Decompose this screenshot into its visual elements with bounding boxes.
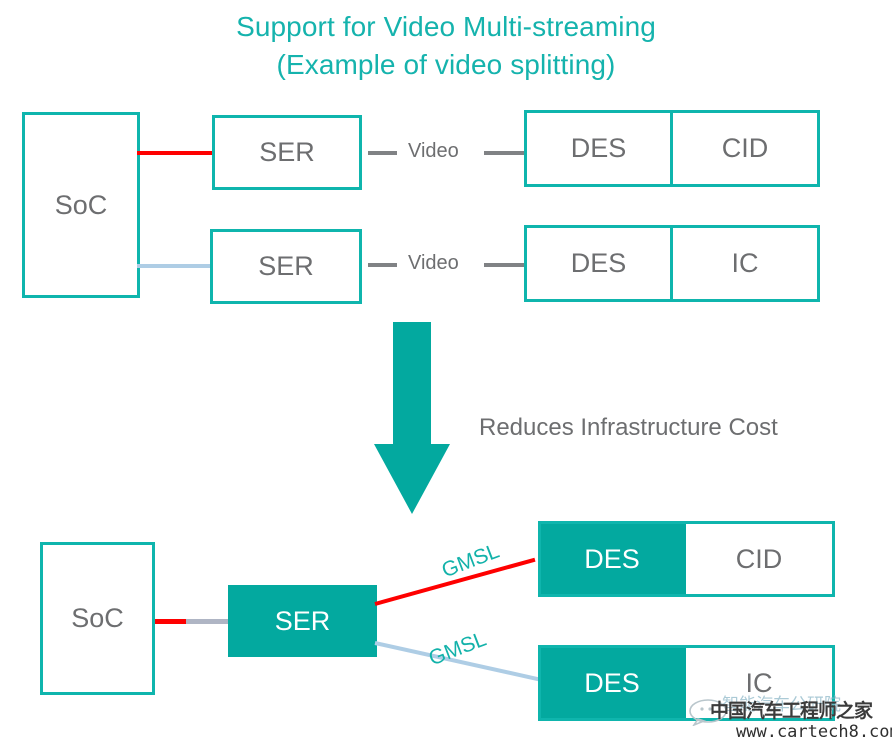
slide-canvas: Support for Video Multi-streaming (Examp… — [0, 0, 892, 752]
top-ser-box-1[interactable]: SER — [212, 115, 362, 190]
top-video-label-1: Video — [408, 140, 459, 162]
bottom-des-label-1: DES — [584, 543, 640, 574]
top-receiver-1[interactable]: DES CID — [524, 110, 820, 187]
top-soc-label: SoC — [54, 189, 108, 220]
bottom-display-cell-2: IC — [686, 648, 832, 718]
top-display-label-1: CID — [721, 133, 769, 163]
top-ser-label-1: SER — [259, 137, 315, 167]
bottom-des-cell-1: DES — [541, 524, 686, 594]
top-soc-box[interactable]: SoC — [22, 112, 140, 298]
down-arrow-icon — [374, 322, 450, 514]
title-line-1: Support for Video Multi-streaming — [236, 11, 656, 42]
bottom-display-label-2: IC — [745, 667, 773, 698]
top-ser-label-2: SER — [258, 251, 314, 281]
bottom-display-label-1: CID — [735, 543, 783, 574]
title-line-2: (Example of video splitting) — [276, 49, 616, 80]
top-des-label-1: DES — [570, 133, 627, 163]
top-des-cell-2: DES — [527, 228, 673, 299]
bottom-link-red-segment — [155, 619, 187, 624]
bottom-ser-label: SER — [274, 605, 331, 636]
top-display-cell-2: IC — [673, 228, 817, 299]
top-ser-box-2[interactable]: SER — [210, 229, 362, 304]
top-receiver-2[interactable]: DES IC — [524, 225, 820, 302]
top-des-cell-1: DES — [527, 113, 673, 184]
top-video-dash-left-2 — [368, 263, 397, 267]
top-display-cell-1: CID — [673, 113, 817, 184]
top-video-dash-right-2 — [484, 263, 526, 267]
bottom-des-cell-2: DES — [541, 648, 686, 718]
top-video-dash-left-1 — [368, 151, 397, 155]
top-video-dash-right-1 — [484, 151, 526, 155]
bottom-des-label-2: DES — [584, 667, 640, 698]
watermark-url: www.cartech8.com — [736, 722, 892, 742]
top-video-label-2: Video — [408, 252, 459, 274]
page-title: Support for Video Multi-streaming (Examp… — [0, 8, 892, 84]
bottom-display-cell-1: CID — [686, 524, 832, 594]
bottom-receiver-1[interactable]: DES CID — [538, 521, 835, 597]
bottom-soc-box[interactable]: SoC — [40, 542, 155, 695]
bottom-receiver-2[interactable]: DES IC — [538, 645, 835, 721]
reduces-cost-caption: Reduces Infrastructure Cost — [479, 414, 778, 441]
bottom-soc-label: SoC — [71, 603, 124, 633]
bottom-ser-box[interactable]: SER — [228, 585, 377, 657]
top-link-blue — [137, 264, 213, 268]
bottom-link-slate-segment — [186, 619, 230, 624]
top-link-red — [137, 151, 215, 155]
top-des-label-2: DES — [570, 248, 627, 278]
top-display-label-2: IC — [731, 248, 759, 278]
